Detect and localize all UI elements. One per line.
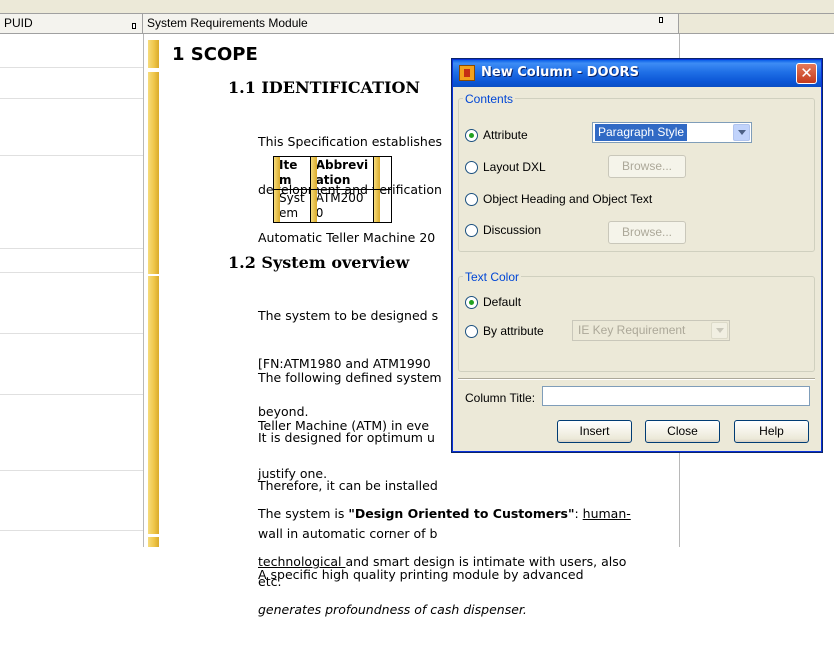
toolbar-strip — [0, 0, 834, 14]
table-cell — [373, 189, 393, 223]
object-heading-radio-label: Object Heading and Object Text — [483, 192, 653, 206]
column-title-input[interactable] — [542, 386, 810, 406]
table-row: Syst em ATM200 0 — [273, 189, 393, 223]
cell-level-bar — [310, 157, 317, 189]
radio-unselected-icon — [465, 324, 478, 338]
row-divider — [0, 248, 143, 249]
table-cell-text: Syst em — [279, 191, 305, 220]
discussion-radio-label: Discussion — [483, 223, 542, 237]
identification-table[interactable]: Ite m Abbrevi ation Syst em ATM200 0 — [273, 156, 393, 223]
heading-level-bar — [148, 40, 159, 68]
object-text[interactable]: A specific high quality printing module … — [258, 535, 584, 615]
table-cell: Syst em — [273, 189, 311, 223]
cell-level-bar — [310, 190, 317, 222]
row-divider — [0, 333, 143, 334]
underlined-text-run: human- — [582, 506, 631, 521]
row-divider — [0, 67, 143, 68]
attribute-select-value: Paragraph Style — [595, 124, 688, 141]
radio-unselected-icon — [465, 160, 478, 174]
cell-level-bar — [274, 157, 280, 189]
text-run: The system is — [258, 506, 349, 521]
header-empty-area — [679, 14, 834, 34]
puid-column-header[interactable]: PUID — [0, 14, 143, 34]
heading-level-bar — [148, 537, 159, 547]
radio-unselected-icon — [465, 223, 478, 237]
row-divider — [0, 155, 143, 156]
row-divider — [0, 530, 143, 531]
by-attribute-radio[interactable]: By attribute — [465, 324, 544, 338]
bold-text-run: "Design Oriented to Customers" — [348, 506, 575, 521]
attribute-radio-label: Attribute — [483, 128, 528, 142]
column-divider — [143, 34, 144, 547]
cell-level-bar — [374, 157, 381, 189]
table-header-cell — [373, 156, 393, 190]
attribute-radio[interactable]: Attribute — [465, 128, 528, 142]
text-color-group-label: Text Color — [463, 270, 522, 284]
chevron-down-icon[interactable] — [711, 322, 728, 339]
column-resize-marker[interactable] — [132, 23, 136, 29]
close-button[interactable]: Close — [645, 420, 720, 443]
heading-level-bar — [148, 100, 159, 250]
text-line: It is designed for optimum u — [258, 430, 435, 445]
heading-level-bar — [148, 72, 159, 100]
by-attribute-radio-label: By attribute — [483, 324, 544, 338]
row-divider — [0, 98, 143, 99]
column-resize-marker[interactable] — [659, 17, 663, 23]
dialog-title: New Column - DOORS — [481, 65, 639, 80]
heading-identification[interactable]: 1.1 IDENTIFICATION — [228, 78, 420, 97]
table-header-text: Ite m — [279, 158, 298, 187]
text-line: The following defined system — [258, 370, 442, 385]
text-line: The system is "Design Oriented to Custom… — [258, 506, 631, 522]
heading-level-bar — [148, 250, 159, 274]
row-divider — [0, 470, 143, 471]
row-divider — [0, 272, 143, 273]
browse-dxl-button[interactable]: Browse... — [608, 155, 686, 178]
cell-level-bar — [374, 190, 381, 222]
insert-button[interactable]: Insert — [557, 420, 632, 443]
new-column-dialog: New Column - DOORS ✕ Contents Attribute … — [452, 59, 822, 452]
color-attribute-select-value: IE Key Requirement — [578, 323, 686, 337]
module-header-label: System Requirements Module — [147, 16, 308, 30]
table-header-cell: Abbrevi ation — [309, 156, 375, 190]
discussion-radio[interactable]: Discussion — [465, 223, 541, 237]
table-cell: ATM200 0 — [309, 189, 375, 223]
browse-discussion-button[interactable]: Browse... — [608, 221, 686, 244]
chevron-down-icon[interactable] — [733, 124, 750, 141]
table-header-cell: Ite m — [273, 156, 311, 190]
table-cell-text: ATM200 0 — [315, 191, 364, 220]
close-icon[interactable]: ✕ — [796, 63, 817, 84]
radio-selected-icon — [465, 295, 478, 309]
contents-group-label: Contents — [463, 92, 516, 106]
heading-system-overview[interactable]: 1.2 System overview — [228, 253, 409, 272]
row-divider — [0, 394, 143, 395]
module-column-header[interactable]: System Requirements Module — [143, 14, 679, 34]
column-title-label: Column Title: — [465, 391, 536, 405]
attribute-select[interactable]: Paragraph Style — [592, 122, 752, 143]
text-line: A specific high quality printing module … — [258, 567, 584, 582]
help-button[interactable]: Help — [734, 420, 809, 443]
radio-selected-icon — [465, 128, 478, 142]
text-line: Automatic Teller Machine 20 — [258, 230, 436, 245]
heading-scope[interactable]: 1 SCOPE — [172, 44, 258, 65]
text-line: This Specification establishes — [258, 134, 443, 149]
doors-app-icon — [459, 65, 475, 81]
color-attribute-select[interactable]: IE Key Requirement — [572, 320, 730, 341]
separator — [458, 378, 815, 380]
puid-header-label: PUID — [4, 16, 33, 30]
text-line: The system to be designed s — [258, 308, 439, 323]
object-heading-text-radio[interactable]: Object Heading and Object Text — [465, 192, 652, 206]
table-header-text: Abbrevi ation — [315, 158, 369, 187]
cell-level-bar — [274, 190, 280, 222]
table-row: Ite m Abbrevi ation — [273, 156, 393, 190]
layout-dxl-radio-label: Layout DXL — [483, 160, 546, 174]
default-radio-label: Default — [483, 295, 522, 309]
dialog-titlebar[interactable]: New Column - DOORS ✕ — [453, 60, 821, 87]
default-color-radio[interactable]: Default — [465, 295, 521, 309]
text-run: : — [574, 506, 583, 521]
heading-level-bar — [148, 276, 159, 534]
radio-unselected-icon — [465, 192, 478, 206]
layout-dxl-radio[interactable]: Layout DXL — [465, 160, 546, 174]
